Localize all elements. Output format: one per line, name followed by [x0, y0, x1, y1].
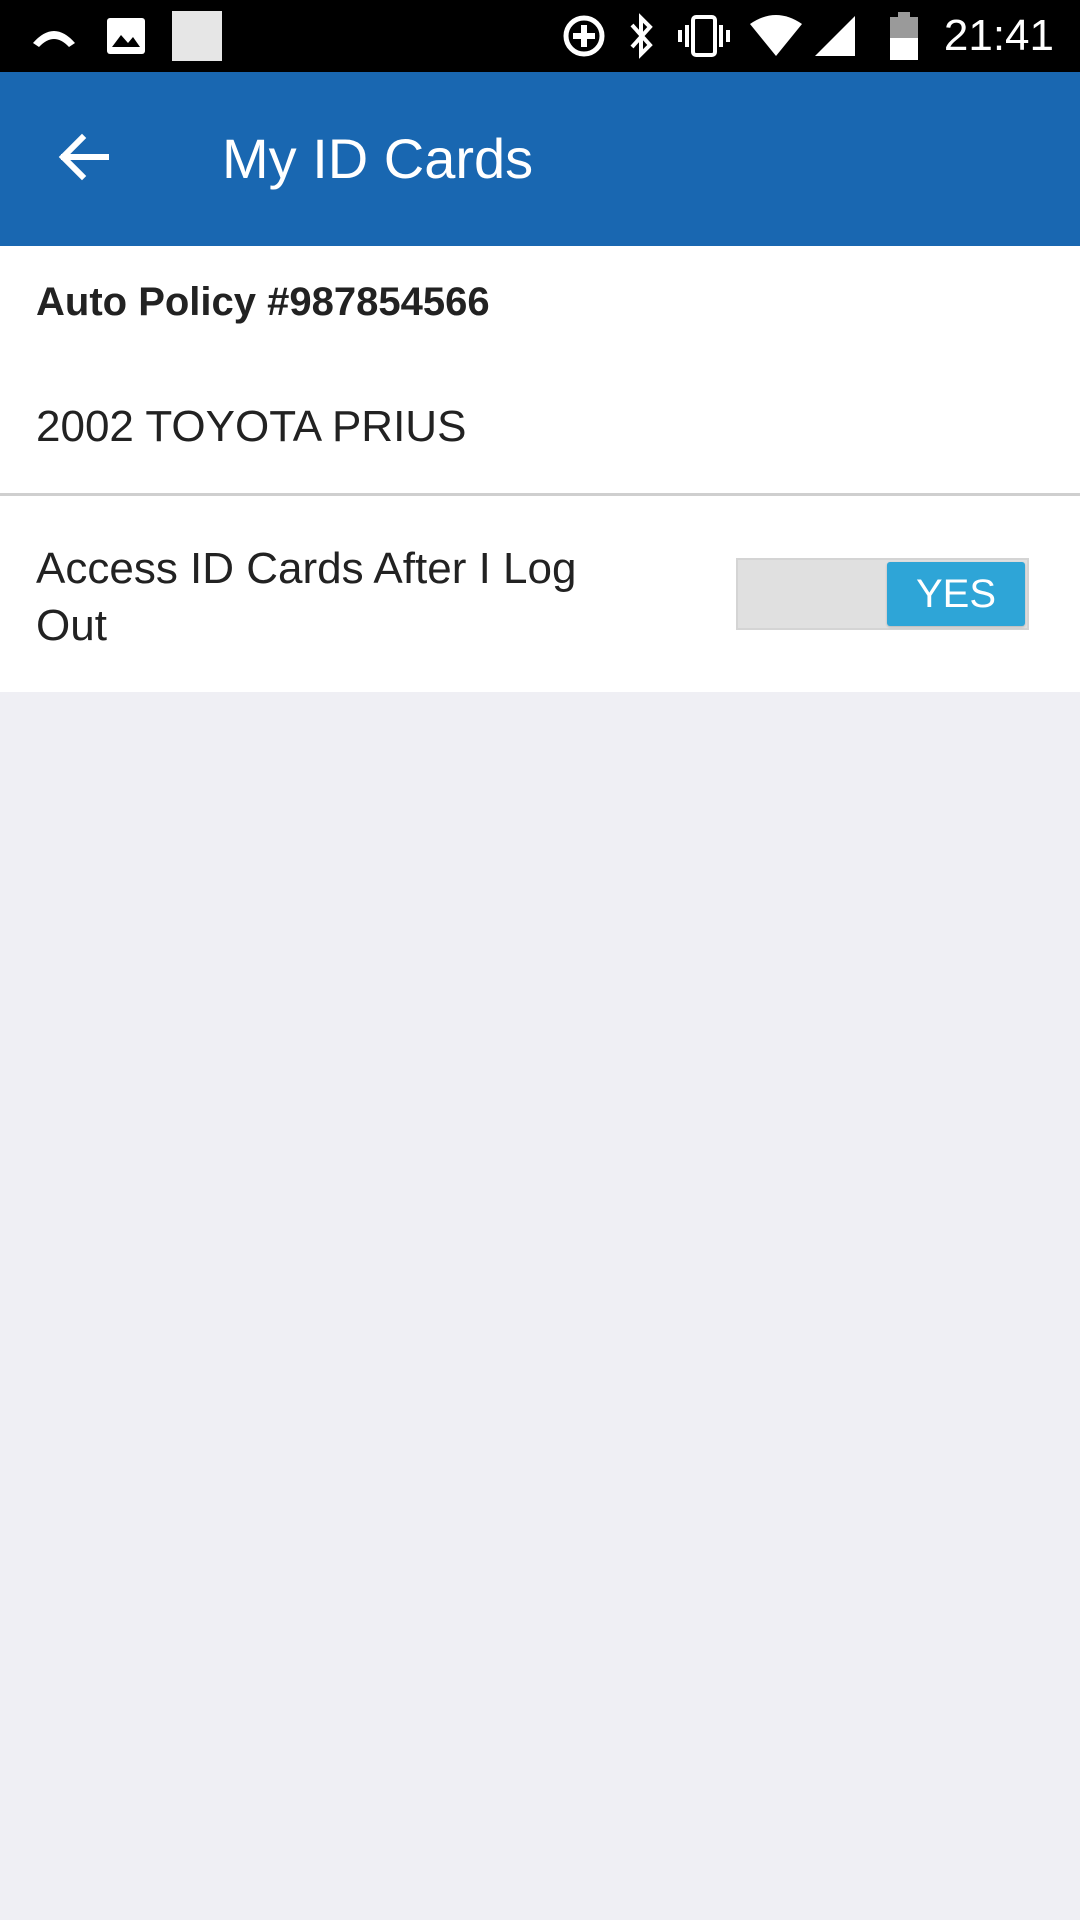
wifi-icon	[748, 0, 804, 72]
policy-card[interactable]: Auto Policy #987854566 2002 TOYOTA PRIUS	[0, 246, 1080, 496]
back-button[interactable]	[44, 119, 124, 199]
status-time: 21:41	[943, 11, 1054, 60]
vehicle-name: 2002 TOYOTA PRIUS	[36, 402, 467, 451]
policy-number: Auto Policy #987854566	[36, 280, 490, 324]
app-bar: My ID Cards	[0, 72, 1080, 246]
vibrate-icon	[676, 0, 732, 72]
battery-icon	[886, 0, 922, 72]
toggle-yes-knob[interactable]: YES	[887, 562, 1025, 626]
access-toggle[interactable]: YES	[736, 558, 1029, 630]
page-title: My ID Cards	[222, 127, 534, 190]
bluetooth-icon	[624, 0, 658, 72]
access-setting-row: Access ID Cards After I Log Out YES	[0, 496, 1080, 692]
placeholder-square-icon	[172, 0, 222, 72]
access-setting-label: Access ID Cards After I Log Out	[36, 544, 577, 650]
missed-call-icon	[26, 0, 82, 72]
status-bar: 21:41	[0, 0, 1080, 72]
cell-signal-icon	[812, 0, 858, 72]
arrow-left-icon	[58, 133, 110, 186]
image-icon	[104, 0, 148, 72]
data-saver-icon	[560, 0, 608, 72]
